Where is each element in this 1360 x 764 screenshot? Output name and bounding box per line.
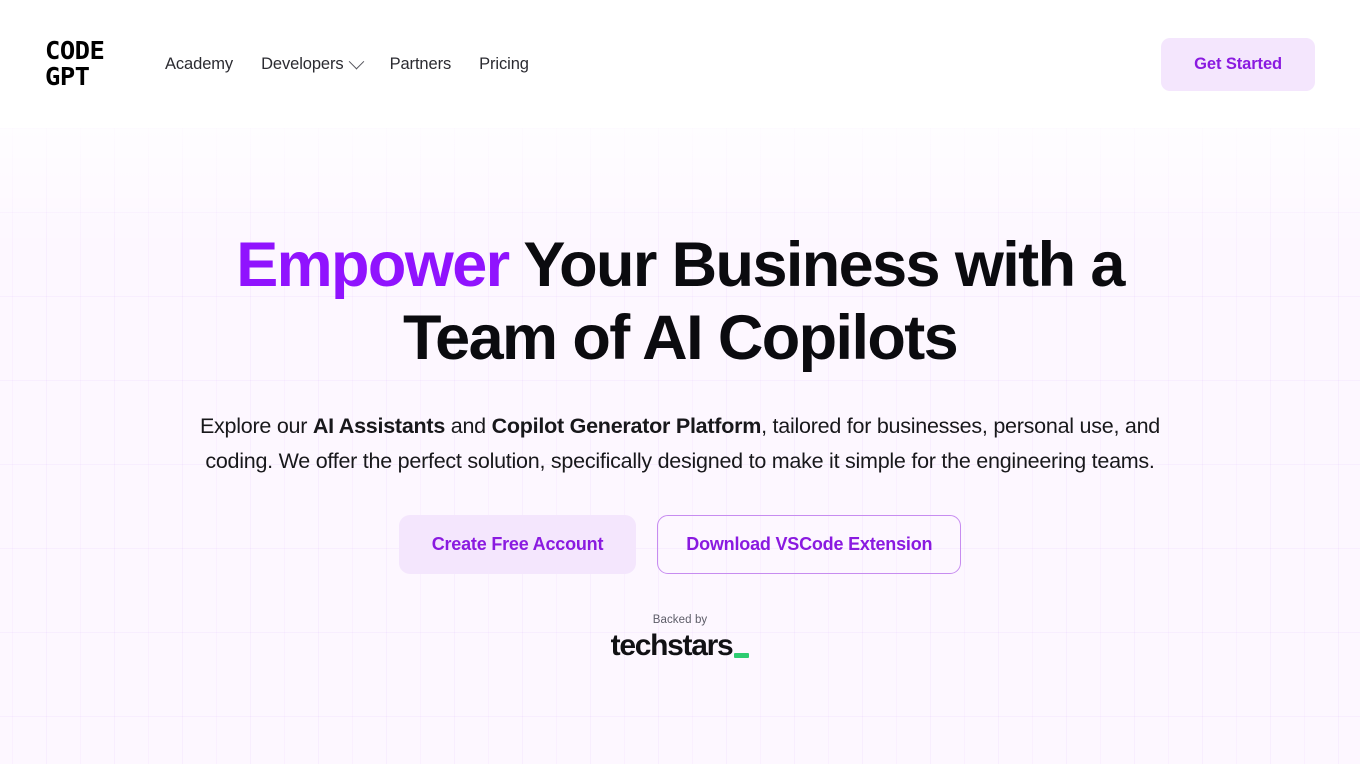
create-free-account-button[interactable]: Create Free Account [398,514,637,574]
backed-by-badge: Backed by techstars [0,614,1360,663]
get-started-button[interactable]: Get Started [1161,37,1315,91]
nav-item-label: Academy [165,54,234,73]
hero-subheading: Explore our AI Assistants and Copilot Ge… [180,409,1180,479]
subhead-bold-2: Copilot Generator Platform [491,414,762,439]
download-vscode-extension-button[interactable]: Download VSCode Extension [657,514,962,574]
hero-cta-row: Create Free Account Download VSCode Exte… [0,514,1360,574]
backed-by-label: Backed by [652,613,708,626]
nav-item-academy[interactable]: Academy [165,55,233,74]
site-header: CODE GPT Academy Developers Partners Pri… [0,0,1360,128]
nav-item-partners[interactable]: Partners [390,55,452,74]
techstars-underscore-icon [734,652,750,658]
hero-section: Empower Your Business with a Team of AI … [0,128,1360,764]
logo-line-2: GPT [45,62,90,91]
nav-item-label: Partners [389,54,452,73]
subhead-bold-1: AI Assistants [312,414,446,439]
nav-item-developers[interactable]: Developers [261,53,364,74]
chevron-down-icon [348,53,364,69]
logo-line-1: CODE [45,36,105,66]
techstars-wordmark: techstars [610,628,734,662]
nav-item-label: Pricing [479,54,529,73]
headline-accent-word: Empower [236,230,510,300]
nav-item-label: Developers [261,54,344,73]
subhead-part-2: and [445,414,492,439]
subhead-part-1: Explore our [199,414,313,439]
logo-codegpt[interactable]: CODE GPT [45,36,123,91]
techstars-logo: techstars [611,629,750,663]
nav-item-pricing[interactable]: Pricing [479,55,529,74]
hero-content: Empower Your Business with a Team of AI … [0,128,1360,663]
main-nav: Academy Developers Partners Pricing [165,53,529,74]
headline-rest: Your Business with a Team of AI Copilots [402,230,1125,374]
page-title: Empower Your Business with a Team of AI … [200,229,1160,375]
